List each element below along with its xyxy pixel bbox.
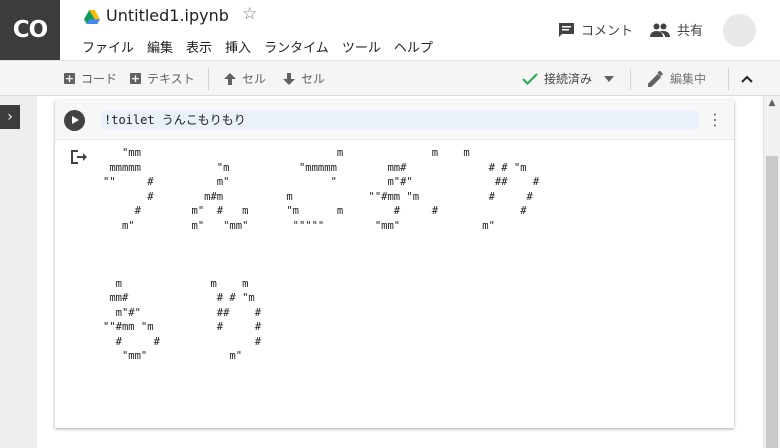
check-icon <box>522 72 538 85</box>
share-button[interactable]: 共有 <box>650 20 703 39</box>
menu-tools[interactable]: ツール <box>342 37 381 56</box>
google-drive-icon <box>84 10 100 24</box>
vertical-scrollbar[interactable]: ▲ <box>763 96 780 448</box>
menu-insert[interactable]: 挿入 <box>225 37 251 56</box>
arrow-down-icon <box>283 72 295 85</box>
add-code-label: コード <box>81 72 118 86</box>
code-editor-line[interactable]: !toilet うんこもりもり <box>101 111 699 129</box>
share-label: 共有 <box>677 24 704 39</box>
add-text-label: テキスト <box>147 72 195 86</box>
chevron-up-icon <box>741 75 753 83</box>
left-sidebar-rail <box>0 96 37 448</box>
move-cell-up-label: セル <box>242 72 267 86</box>
add-code-button[interactable]: + コード <box>64 61 117 96</box>
scrollbar-thumb[interactable] <box>766 156 778 448</box>
collapse-header-button[interactable] <box>741 61 753 96</box>
comment-label: コメント <box>581 24 634 39</box>
move-cell-up-button[interactable]: セル <box>224 61 266 96</box>
toolbar-divider <box>728 68 729 90</box>
notebook-title[interactable]: Untitled1.ipynb <box>106 6 229 25</box>
cell-input-area: !toilet うんこもりもり ⋮ <box>55 100 734 140</box>
pencil-icon <box>648 70 664 87</box>
output-arrow-icon[interactable] <box>69 148 87 166</box>
app-header: CO Untitled1.ipynb ☆ ファイル 編集 表示 挿入 ランタイム… <box>0 0 780 60</box>
toolbar-divider <box>630 68 631 90</box>
run-cell-play-icon[interactable] <box>64 110 85 131</box>
add-text-button[interactable]: + テキスト <box>130 61 195 96</box>
plus-icon: + <box>130 72 141 85</box>
scroll-up-icon[interactable]: ▲ <box>764 96 780 110</box>
plus-icon: + <box>64 72 75 85</box>
menu-file[interactable]: ファイル <box>82 37 134 56</box>
colab-logo[interactable]: CO <box>0 0 60 60</box>
menu-edit[interactable]: 編集 <box>147 37 173 56</box>
move-cell-down-button[interactable]: セル <box>283 61 325 96</box>
move-cell-down-label: セル <box>301 72 326 86</box>
comment-button[interactable]: コメント <box>558 20 633 39</box>
sidebar-toggle-chevron-right-icon[interactable]: › <box>0 105 20 129</box>
account-avatar[interactable] <box>723 14 756 47</box>
runtime-status-label: 接続済み <box>544 72 593 86</box>
editing-mode-label: 編集中 <box>670 72 707 86</box>
menu-bar: ファイル 編集 表示 挿入 ランタイム ツール ヘルプ <box>82 37 433 56</box>
code-cell[interactable]: !toilet うんこもりもり ⋮ "mm m m m mmmmm "m "mm… <box>55 100 734 428</box>
star-outline-icon[interactable]: ☆ <box>242 6 257 23</box>
arrow-up-icon <box>224 72 236 85</box>
more-vert-icon[interactable]: ⋮ <box>707 110 723 130</box>
editing-mode-button[interactable]: 編集中 <box>648 61 706 96</box>
notebook-toolbar: + コード + テキスト セル セル 接続済み 編集中 <box>0 60 780 96</box>
menu-help[interactable]: ヘルプ <box>394 37 433 56</box>
toolbar-divider <box>208 68 209 90</box>
runtime-status-button[interactable]: 接続済み <box>522 61 615 96</box>
people-icon <box>650 23 670 37</box>
cell-output-text: "mm m m m mmmmm "m "mmmmm mm# # # "m "" … <box>103 147 540 362</box>
menu-runtime[interactable]: ランタイム <box>264 37 329 56</box>
comment-icon <box>559 22 574 37</box>
chevron-down-icon <box>604 75 615 82</box>
menu-view[interactable]: 表示 <box>186 37 212 56</box>
